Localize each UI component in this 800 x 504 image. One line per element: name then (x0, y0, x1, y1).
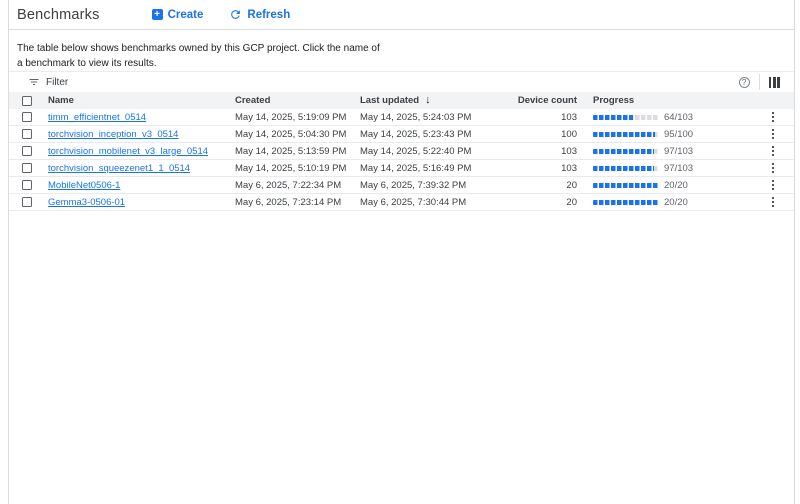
table-row: Gemma3-0506-01 May 6, 2025, 7:23:14 PM M… (9, 194, 794, 211)
progress-bar-fill (593, 200, 658, 205)
progress-label: 20/20 (664, 180, 688, 191)
created-cell: May 14, 2025, 5:04:30 PM (235, 126, 360, 142)
row-checkbox[interactable] (22, 197, 32, 207)
row-checkbox[interactable] (22, 146, 32, 156)
filter-icon (28, 76, 40, 88)
column-header-last-updated-label: Last updated (360, 95, 419, 106)
progress-label: 64/103 (664, 112, 693, 123)
refresh-button[interactable]: Refresh (229, 8, 290, 21)
benchmark-name-link[interactable]: Gemma3-0506-01 (48, 197, 125, 208)
updated-cell: May 14, 2025, 5:24:03 PM (360, 109, 517, 125)
progress-bar (593, 183, 658, 188)
row-menu-icon[interactable] (770, 110, 776, 124)
device-count-cell: 103 (517, 143, 577, 159)
row-menu-icon[interactable] (770, 178, 776, 192)
benchmark-name-link[interactable]: timm_efficientnet_0514 (48, 112, 146, 123)
progress-bar (593, 166, 658, 171)
table-toolbar: Filter ? (9, 71, 794, 92)
device-count-cell: 20 (517, 194, 577, 210)
refresh-icon (229, 8, 242, 21)
device-count-cell: 20 (517, 177, 577, 193)
created-cell: May 6, 2025, 7:23:14 PM (235, 194, 360, 210)
column-header-last-updated[interactable]: Last updated ↓ (360, 92, 517, 109)
device-count-cell: 103 (517, 160, 577, 176)
progress-label: 97/103 (664, 146, 693, 157)
created-cell: May 14, 2025, 5:19:09 PM (235, 109, 360, 125)
column-header-name[interactable]: Name (48, 92, 235, 109)
benchmark-name-link[interactable]: torchvision_squeezenet1_1_0514 (48, 163, 190, 174)
row-menu-icon[interactable] (770, 144, 776, 158)
row-menu-icon[interactable] (770, 127, 776, 141)
benchmark-name-link[interactable]: torchvision_mobilenet_v3_large_0514 (48, 146, 208, 157)
progress-bar-fill (593, 166, 654, 171)
page-title: Benchmarks (17, 7, 100, 23)
sort-desc-icon[interactable]: ↓ (425, 95, 431, 106)
progress-bar (593, 149, 658, 154)
updated-cell: May 14, 2025, 5:23:43 PM (360, 126, 517, 142)
table-body: timm_efficientnet_0514 May 14, 2025, 5:1… (9, 109, 794, 211)
row-checkbox[interactable] (22, 129, 32, 139)
progress-bar-fill (593, 149, 654, 154)
toolbar-right: ? (739, 74, 794, 90)
column-header-created[interactable]: Created (235, 92, 360, 109)
plus-icon: + (152, 9, 163, 20)
page-description: The table below shows benchmarks owned b… (9, 30, 794, 71)
row-checkbox[interactable] (22, 163, 32, 173)
table-row: torchvision_squeezenet1_1_0514 May 14, 2… (9, 160, 794, 177)
column-header-progress: Progress (593, 92, 752, 109)
created-cell: May 14, 2025, 5:13:59 PM (235, 143, 360, 159)
refresh-button-label: Refresh (247, 9, 290, 21)
select-all-checkbox[interactable] (22, 96, 32, 106)
row-checkbox[interactable] (22, 180, 32, 190)
filter-label: Filter (46, 77, 68, 88)
toolbar-divider (759, 74, 760, 90)
progress-label: 97/103 (664, 163, 693, 174)
benchmarks-panel: Benchmarks + Create Refresh The table be… (8, 0, 795, 504)
table-row: MobileNet0506-1 May 6, 2025, 7:22:34 PM … (9, 177, 794, 194)
progress-bar (593, 200, 658, 205)
progress-bar (593, 132, 658, 137)
created-cell: May 6, 2025, 7:22:34 PM (235, 177, 360, 193)
row-menu-icon[interactable] (770, 195, 776, 209)
benchmark-name-link[interactable]: torchvision_inception_v3_0514 (48, 129, 178, 140)
column-header-device-count[interactable]: Device count (517, 92, 577, 109)
progress-bar-fill (593, 183, 658, 188)
page: Benchmarks + Create Refresh The table be… (0, 0, 800, 504)
progress-label: 20/20 (664, 197, 688, 208)
created-cell: May 14, 2025, 5:10:19 PM (235, 160, 360, 176)
progress-bar-fill (593, 115, 633, 120)
column-display-icon[interactable] (769, 77, 780, 88)
description-line-2: a benchmark to view its results. (17, 56, 778, 71)
description-line-1: The table below shows benchmarks owned b… (17, 41, 778, 56)
table-row: torchvision_inception_v3_0514 May 14, 20… (9, 126, 794, 143)
help-icon[interactable]: ? (739, 77, 750, 88)
create-button[interactable]: + Create (152, 9, 204, 21)
row-menu-icon[interactable] (770, 161, 776, 175)
updated-cell: May 6, 2025, 7:39:32 PM (360, 177, 517, 193)
table-header-row: Name Created Last updated ↓ Device count… (9, 92, 794, 109)
device-count-cell: 103 (517, 109, 577, 125)
create-button-label: Create (168, 9, 204, 21)
table-row: torchvision_mobilenet_v3_large_0514 May … (9, 143, 794, 160)
filter-button[interactable]: Filter (28, 76, 68, 88)
updated-cell: May 14, 2025, 5:22:40 PM (360, 143, 517, 159)
device-count-cell: 100 (517, 126, 577, 142)
table-row: timm_efficientnet_0514 May 14, 2025, 5:1… (9, 109, 794, 126)
progress-label: 95/100 (664, 129, 693, 140)
row-checkbox[interactable] (22, 112, 32, 122)
updated-cell: May 14, 2025, 5:16:49 PM (360, 160, 517, 176)
benchmark-name-link[interactable]: MobileNet0506-1 (48, 180, 120, 191)
updated-cell: May 6, 2025, 7:30:44 PM (360, 194, 517, 210)
top-bar: Benchmarks + Create Refresh (9, 0, 794, 30)
progress-bar-fill (593, 132, 655, 137)
progress-bar (593, 115, 658, 120)
